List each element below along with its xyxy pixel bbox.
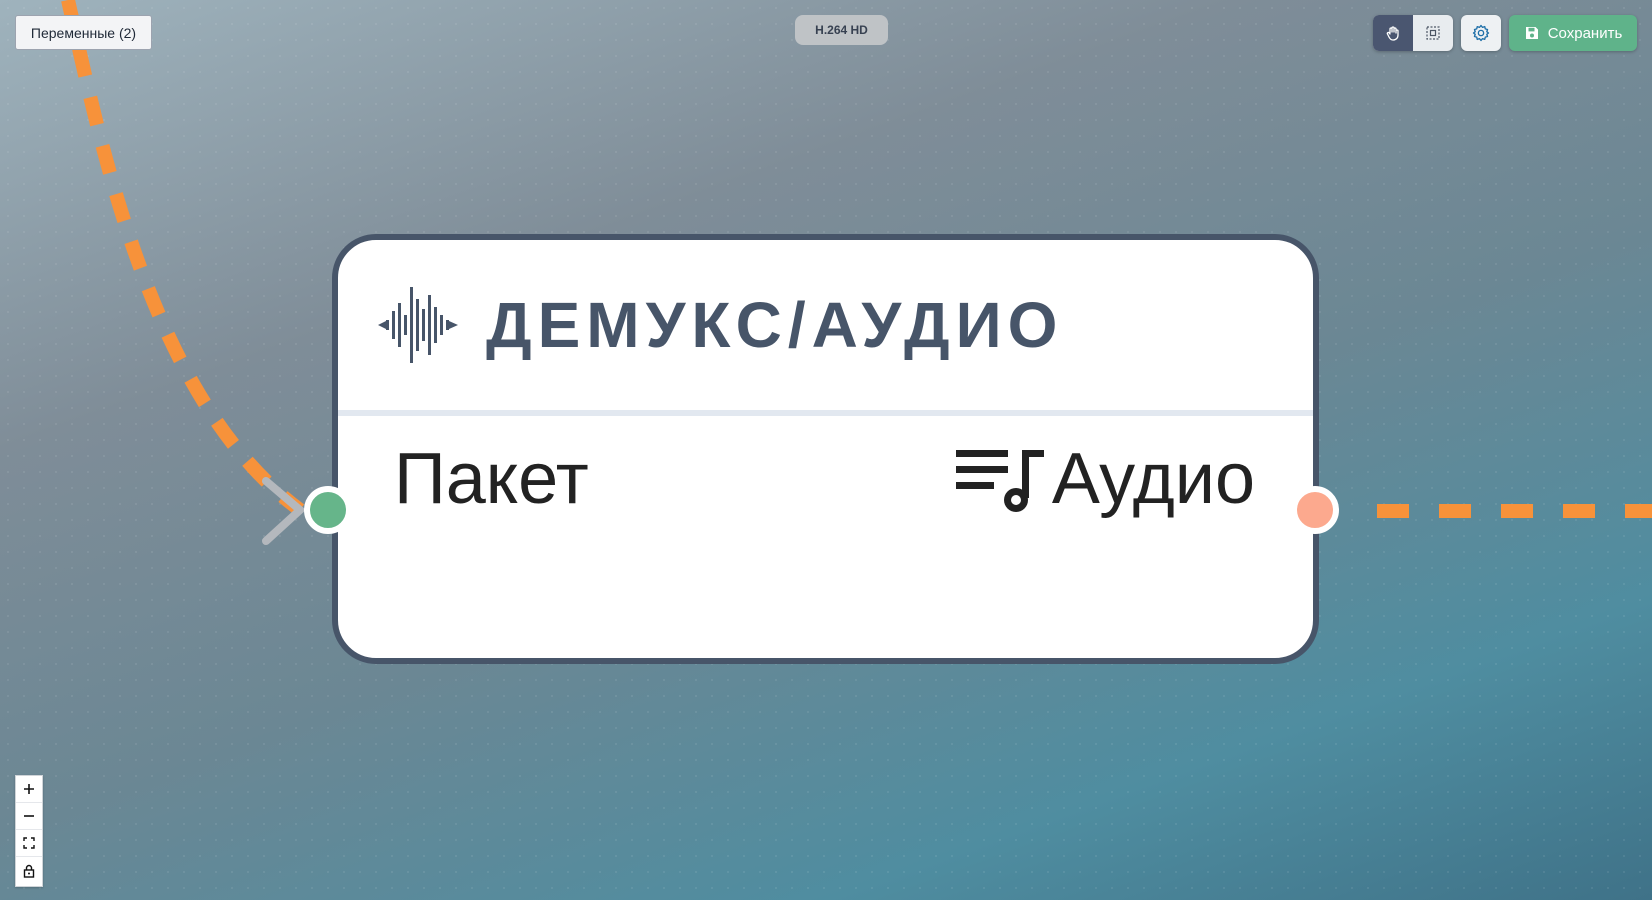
edge-arrowhead: [262, 477, 307, 545]
fit-view-button[interactable]: [16, 830, 42, 857]
demux-audio-node[interactable]: ДЕМУКС/АУДИО Пакет Аудио: [332, 234, 1319, 664]
floppy-disk-icon: [1525, 27, 1538, 39]
zoom-out-button[interactable]: [16, 803, 42, 830]
zoom-controls: [15, 775, 43, 887]
minus-icon: [24, 815, 34, 817]
select-mode-button[interactable]: [1413, 15, 1453, 51]
lock-icon: [23, 864, 35, 878]
input-handle[interactable]: [304, 486, 352, 534]
incoming-edge[interactable]: [61, 0, 305, 516]
variables-button[interactable]: Переменные (2): [15, 15, 152, 50]
output-handle[interactable]: [1291, 486, 1339, 534]
output-port: Аудио: [955, 438, 1255, 520]
audio-waveform-icon: [378, 287, 458, 363]
fit-view-icon: [23, 837, 35, 849]
port-row: Пакет Аудио: [338, 416, 1313, 519]
settings-button[interactable]: [1461, 15, 1501, 51]
select-box-icon: [1426, 26, 1440, 40]
node-header: ДЕМУКС/АУДИО: [338, 240, 1313, 416]
output-port-label: Аудио: [1051, 439, 1255, 519]
hand-icon: [1386, 26, 1399, 41]
playlist-music-icon: [955, 450, 1044, 512]
lock-button[interactable]: [16, 857, 42, 884]
plus-icon: [24, 784, 34, 794]
save-button[interactable]: Сохранить: [1509, 15, 1637, 51]
gear-icon: [1472, 24, 1490, 42]
pan-mode-button[interactable]: [1373, 15, 1413, 51]
zoom-in-button[interactable]: [16, 776, 42, 803]
codec-badge: H.264 HD: [795, 15, 888, 45]
node-title: ДЕМУКС/АУДИО: [486, 289, 1064, 361]
canvas-mode-toggle: [1373, 15, 1453, 51]
save-button-label: Сохранить: [1547, 24, 1623, 42]
input-port-label: Пакет: [394, 439, 589, 519]
